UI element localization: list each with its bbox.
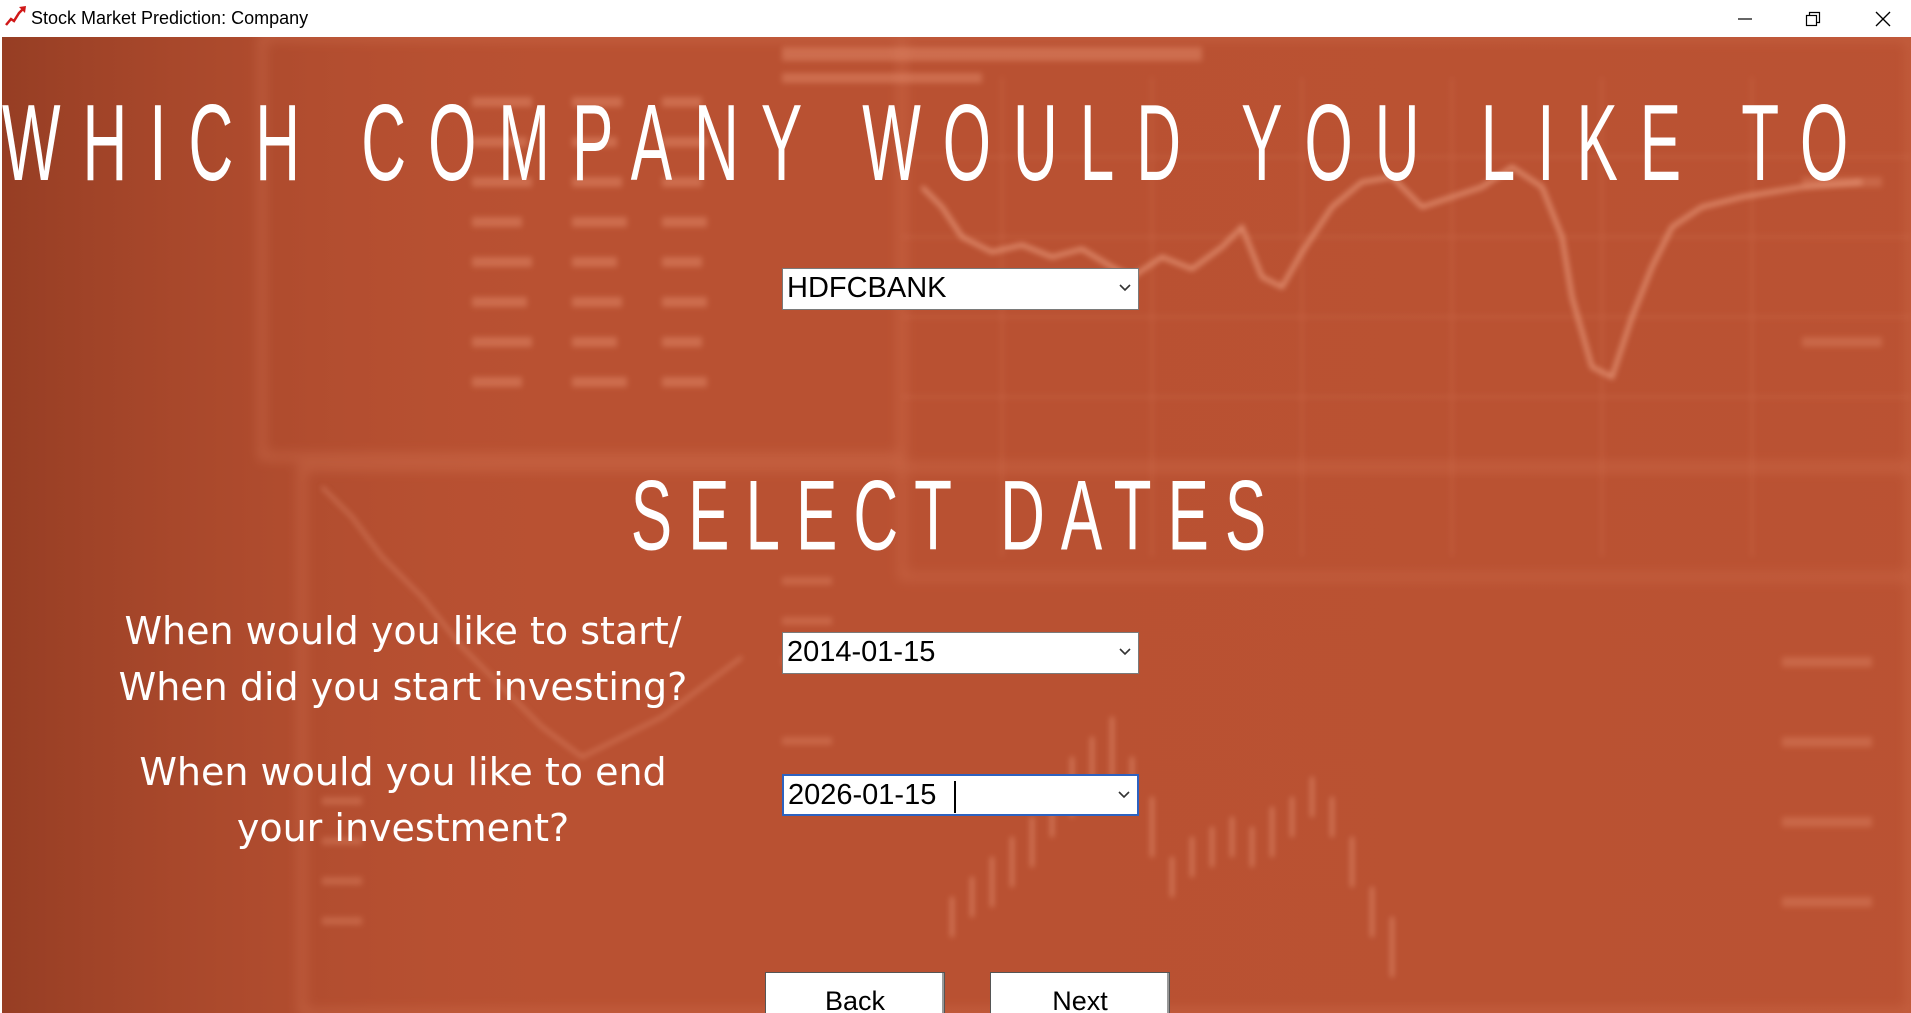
dates-heading: SELECT DATES [630,461,1283,572]
window-title: Stock Market Prediction: Company [31,8,309,28]
page-heading: WHICH COMPANY WOULD YOU LIKE TO INVEST I… [2,83,1911,205]
title-bar: Stock Market Prediction: Company [0,0,1911,37]
end-date-value: 2026-01-15 [788,779,937,811]
end-date-prompt-line2: your investment? [236,806,570,850]
start-date-prompt: When would you like to start/ When did y… [102,603,704,715]
close-icon [1875,11,1891,26]
end-date-prompt: When would you like to end your investme… [102,744,704,856]
start-date-value: 2014-01-15 [787,636,936,668]
start-date-prompt-line1: When would you like to start/ [124,609,682,653]
minimize-button[interactable] [1710,0,1780,37]
restore-button[interactable] [1778,0,1848,37]
main-panel: WHICH COMPANY WOULD YOU LIKE TO INVEST I… [2,37,1911,1013]
company-select-value: HDFCBANK [787,272,947,304]
restore-icon [1805,11,1821,26]
back-button[interactable]: Back [765,972,945,1013]
chevron-down-icon[interactable] [1118,283,1132,293]
start-date-select[interactable]: 2014-01-15 [782,632,1139,674]
text-cursor [954,781,956,813]
chevron-down-icon[interactable] [1117,790,1131,800]
chevron-down-icon[interactable] [1118,647,1132,657]
end-date-select[interactable]: 2026-01-15 [782,774,1139,816]
close-button[interactable] [1848,0,1911,37]
end-date-prompt-line1: When would you like to end [139,750,667,794]
stock-chart-icon [5,6,26,26]
minimize-icon [1738,17,1752,20]
start-date-prompt-line2: When did you start investing? [118,665,688,709]
next-button[interactable]: Next [990,972,1170,1013]
company-select[interactable]: HDFCBANK [782,268,1139,310]
